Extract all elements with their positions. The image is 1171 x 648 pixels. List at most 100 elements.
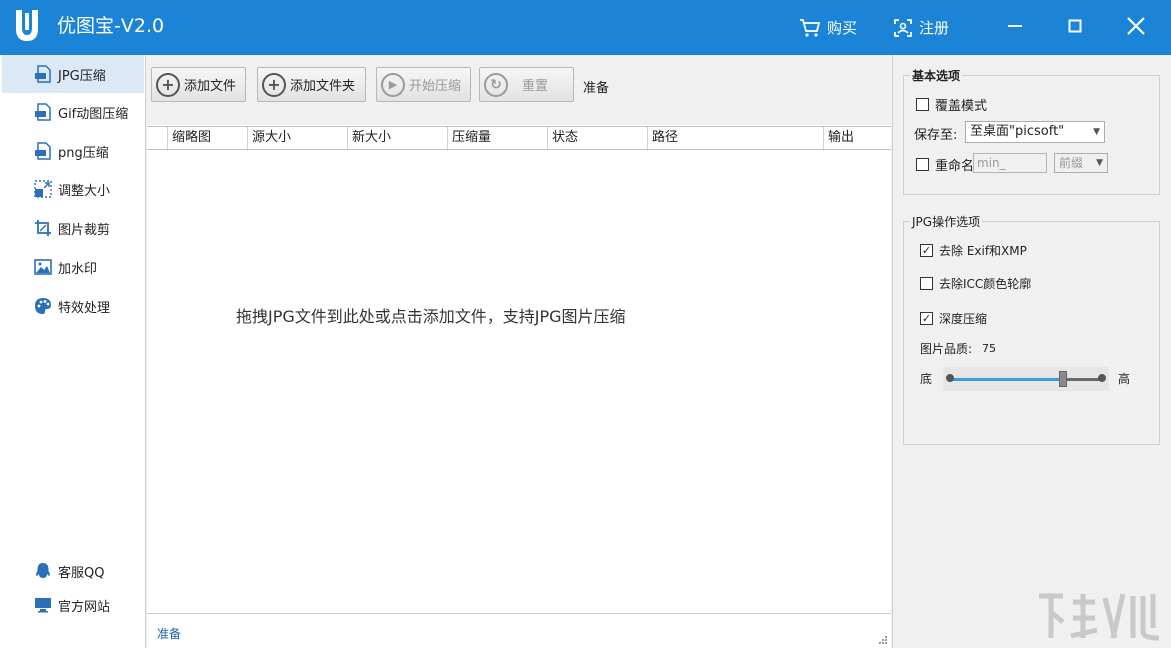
register-button[interactable]: 注册 xyxy=(893,17,949,39)
sidebar-item-label: 加水印 xyxy=(58,258,97,277)
buy-label: 购买 xyxy=(827,17,857,39)
cart-icon xyxy=(799,18,821,38)
qq-penguin-icon xyxy=(34,562,52,580)
column-header-path[interactable]: 路径 xyxy=(647,127,823,149)
sidebar-item-label: png压缩 xyxy=(58,142,109,161)
add-folder-button[interactable]: + 添加文件夹 xyxy=(257,67,366,102)
register-icon xyxy=(893,18,913,38)
basic-options-title: 基本选项 xyxy=(910,67,962,84)
resize-grip-icon[interactable] xyxy=(878,635,888,645)
register-label: 注册 xyxy=(919,17,949,39)
save-to-value: 至桌面"picsoft" xyxy=(970,124,1064,139)
slider-end-dot xyxy=(1098,374,1106,382)
sidebar-item-label: 图片裁剪 xyxy=(58,219,110,238)
sidebar-item-label: 特效处理 xyxy=(58,297,110,316)
column-header-thumbnail[interactable]: 缩略图 xyxy=(167,127,247,149)
checkbox-box: ✓ xyxy=(920,312,933,325)
jpg-options-title: JPG操作选项 xyxy=(910,213,982,230)
site-watermark-logo xyxy=(1035,588,1165,644)
sidebar-item-png-compress[interactable]: png压缩 xyxy=(2,132,144,170)
overwrite-mode-checkbox[interactable]: 覆盖模式 xyxy=(916,95,987,114)
status-text: 准备 xyxy=(583,77,609,96)
start-compress-button[interactable]: ▶ 开始压缩 xyxy=(376,67,471,102)
main-area: + 添加文件 + 添加文件夹 ▶ 开始压缩 ↻ 重置 准备 缩略图 源大小 新大… xyxy=(147,55,891,648)
minimize-icon xyxy=(1007,18,1023,34)
plus-circle-icon: + xyxy=(262,73,286,97)
remove-exif-checkbox[interactable]: ✓ 去除 Exif和XMP xyxy=(920,242,1027,259)
drop-zone-hint[interactable]: 拖拽JPG文件到此处或点击添加文件，支持JPG图片压缩 xyxy=(236,303,626,327)
rename-position-select[interactable]: 前缀 ▼ xyxy=(1054,153,1108,173)
buy-button[interactable]: 购买 xyxy=(799,17,857,39)
maximize-button[interactable] xyxy=(1055,10,1095,42)
slider-start-dot xyxy=(946,374,954,382)
reset-button[interactable]: ↻ 重置 xyxy=(479,67,574,102)
sidebar-item-jpg-compress[interactable]: JPG压缩 xyxy=(2,55,144,93)
add-file-button[interactable]: + 添加文件 xyxy=(151,67,246,102)
sidebar-item-watermark[interactable]: 加水印 xyxy=(2,248,144,286)
monitor-icon xyxy=(34,596,52,614)
title-bar: 优图宝-V2.0 购买 注册 xyxy=(0,0,1171,55)
quality-label: 图片品质: xyxy=(920,340,972,357)
close-button[interactable] xyxy=(1116,10,1156,42)
resize-icon xyxy=(34,180,52,198)
sidebar-item-resize[interactable]: 调整大小 xyxy=(2,170,144,208)
slider-thumb[interactable] xyxy=(1059,371,1067,387)
sidebar-item-effects[interactable]: 特效处理 xyxy=(2,287,144,325)
jpg-options-group: JPG操作选项 ✓ 去除 Exif和XMP 去除ICC颜色轮廓 ✓ 深度压缩 图… xyxy=(903,221,1160,445)
chevron-down-icon: ▼ xyxy=(1093,122,1100,142)
checkbox-box xyxy=(916,158,929,171)
slider-track xyxy=(949,378,1101,381)
column-header-source-size[interactable]: 源大小 xyxy=(247,127,347,149)
basic-options-group: 基本选项 覆盖模式 保存至: 至桌面"picsoft" ▼ 重命名 min_ 前… xyxy=(903,75,1160,195)
palette-icon xyxy=(34,297,52,315)
sidebar-item-label: Gif动图压缩 xyxy=(58,103,128,122)
refresh-icon: ↻ xyxy=(484,73,508,97)
save-to-select[interactable]: 至桌面"picsoft" ▼ xyxy=(965,121,1105,143)
slider-fill xyxy=(949,378,1063,381)
sidebar-item-crop[interactable]: 图片裁剪 xyxy=(2,209,144,247)
add-file-label: 添加文件 xyxy=(184,75,236,94)
remove-exif-label: 去除 Exif和XMP xyxy=(939,242,1027,259)
options-panel: 基本选项 覆盖模式 保存至: 至桌面"picsoft" ▼ 重命名 min_ 前… xyxy=(892,55,1171,648)
app-title: 优图宝-V2.0 xyxy=(57,14,164,38)
quality-low-label: 底 xyxy=(920,370,932,387)
remove-icc-checkbox[interactable]: 去除ICC颜色轮廓 xyxy=(920,275,1031,292)
maximize-icon xyxy=(1068,19,1082,33)
minimize-button[interactable] xyxy=(995,10,1035,42)
file-table-header: 缩略图 源大小 新大小 压缩量 状态 路径 输出 xyxy=(147,126,891,150)
sidebar-item-gif-compress[interactable]: Gif动图压缩 xyxy=(2,93,144,131)
sidebar-item-label: 客服QQ xyxy=(58,562,104,581)
add-folder-label: 添加文件夹 xyxy=(290,75,355,94)
column-header-status[interactable]: 状态 xyxy=(547,127,647,149)
quality-slider[interactable] xyxy=(943,367,1109,391)
sidebar: JPG压缩 Gif动图压缩 png压缩 调整大小 图片裁剪 加水印 特效处理 客… xyxy=(0,55,146,648)
checkbox-box: ✓ xyxy=(920,244,933,257)
checkbox-box xyxy=(916,98,929,111)
column-header-compression[interactable]: 压缩量 xyxy=(447,127,547,149)
official-website-link[interactable]: 官方网站 xyxy=(2,586,144,624)
column-header-new-size[interactable]: 新大小 xyxy=(347,127,447,149)
deep-compress-label: 深度压缩 xyxy=(939,310,987,327)
rename-label: 重命名 xyxy=(935,155,974,174)
play-circle-icon: ▶ xyxy=(381,73,405,97)
column-header-output[interactable]: 输出 xyxy=(823,127,891,149)
quality-high-label: 高 xyxy=(1118,370,1130,387)
crop-icon xyxy=(34,219,52,237)
sidebar-item-label: JPG压缩 xyxy=(58,65,106,84)
toolbar: + 添加文件 + 添加文件夹 ▶ 开始压缩 ↻ 重置 准备 xyxy=(147,55,891,125)
jpg-file-icon xyxy=(34,65,52,83)
sidebar-item-label: 调整大小 xyxy=(58,180,110,199)
reset-label: 重置 xyxy=(522,75,548,94)
rename-prefix-input[interactable]: min_ xyxy=(973,153,1047,173)
image-watermark-icon xyxy=(34,258,52,276)
customer-service-qq[interactable]: 客服QQ xyxy=(2,552,144,590)
chevron-down-icon: ▼ xyxy=(1096,154,1103,172)
plus-circle-icon: + xyxy=(156,73,180,97)
rename-checkbox[interactable]: 重命名 xyxy=(916,155,974,174)
sidebar-item-label: 官方网站 xyxy=(58,596,110,615)
rename-position-value: 前缀 xyxy=(1059,156,1083,170)
remove-icc-label: 去除ICC颜色轮廓 xyxy=(939,275,1031,292)
start-compress-label: 开始压缩 xyxy=(409,75,461,94)
deep-compress-checkbox[interactable]: ✓ 深度压缩 xyxy=(920,310,987,327)
overwrite-mode-label: 覆盖模式 xyxy=(935,95,987,114)
